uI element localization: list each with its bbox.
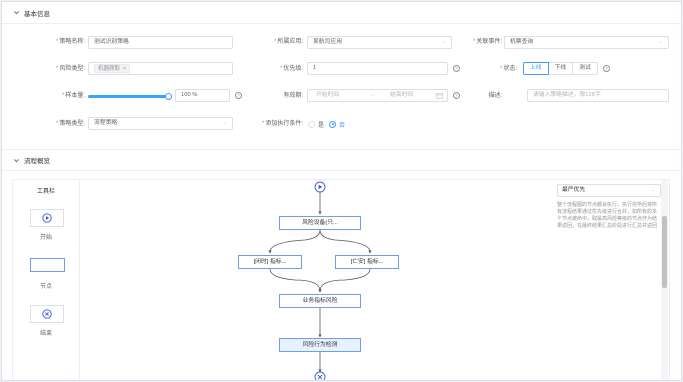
validity-end[interactable]: 结束时间 [390,90,413,101]
flow-overview-header[interactable]: 流程概览 [2,149,681,171]
description-input[interactable]: 请输入策略描述，限128字 [527,89,669,102]
validity-separator: → [370,92,376,98]
basic-info-title: 基本信息 [24,10,50,18]
flow-node-indicator-a[interactable]: [闭时] 指标... [238,255,302,269]
tool-start[interactable] [30,209,64,227]
chevron-down-icon: ⌄ [658,39,663,45]
policy-name-input[interactable]: 测试识别策略 [88,36,233,49]
flow-start-icon [314,181,326,193]
question-circle-icon[interactable]: ? [453,92,460,99]
toolbox-panel: 工具栏 开始 节点 结束 [12,179,80,380]
close-circle-icon [42,309,52,319]
sample-rate-label: *样本量: [61,93,85,99]
risk-type-select[interactable]: 机器爬取 × [88,62,233,75]
sample-rate-slider-track[interactable] [88,95,168,98]
tool-end-label: 结束 [39,331,52,337]
policy-kind-select[interactable]: 流程策略 ⌄ [88,117,233,130]
extra-condition-label: *添加执行条件: [261,121,303,127]
chevron-down-icon: ⌄ [441,39,446,45]
tool-start-label: 开始 [39,235,52,241]
tool-end[interactable] [30,305,64,323]
description-label: 描述: [488,93,502,99]
question-circle-icon[interactable]: ? [235,92,242,99]
extra-condition-yes[interactable]: 是 [308,118,324,130]
sample-rate-input[interactable]: 100 % [175,89,230,102]
flow-overview-title: 流程概览 [24,158,50,165]
sample-rate-slider-handle[interactable] [165,93,172,100]
validity-range[interactable]: 开始时间 → 结束时间 [307,89,448,102]
flow-end-icon [314,371,326,380]
application-select[interactable]: 某航司应用 ⌄ [307,36,452,49]
close-icon[interactable]: × [123,66,126,72]
status-toggle: 上线 下线 测试 [523,62,598,75]
application-label: *所属应用: [273,39,303,45]
validity-start[interactable]: 开始时间 [316,90,339,101]
chevron-down-icon [12,156,20,164]
question-circle-icon[interactable]: ? [603,65,610,72]
extra-condition-no[interactable]: 否 [329,118,345,130]
flow-node-behavior-detection[interactable]: 风险行为检测 [279,338,361,352]
chevron-down-icon: ⌄ [650,187,655,193]
play-icon [42,213,52,223]
risk-type-tag: 机器爬取 × [94,64,131,73]
policy-name-label: *策略名称: [55,39,85,45]
question-circle-icon[interactable]: ? [453,65,460,72]
merge-strategy-select[interactable]: 最严优先 ⌄ [557,184,661,197]
status-label: *状态: [499,66,517,72]
event-select[interactable]: 机票查询 ⌄ [504,36,669,49]
policy-editor: 基本信息 *策略名称: 测试识别策略 *所属应用: 某航司应用 ⌄ *关联事件: … [1,1,682,381]
priority-input[interactable]: 1 [307,62,448,75]
flow-canvas[interactable]: 风险设备(只... [闭时] 指标... [亡安] 指标... 业务指标风险 风… [80,179,670,380]
risk-type-label: *风险类型: [55,66,85,72]
tool-node-label: 节点 [39,284,52,290]
event-label: *关联事件: [472,39,502,45]
canvas-scrollbar[interactable] [662,216,667,288]
flow-node-device-risk[interactable]: 风险设备(只... [279,216,361,230]
flow-node-business-risk[interactable]: 业务指标风险 [279,294,361,308]
basic-info-header[interactable]: 基本信息 [2,2,681,24]
tool-node[interactable] [30,258,65,272]
status-offline[interactable]: 下线 [547,62,574,75]
chevron-down-icon: ⌄ [222,120,227,126]
status-online[interactable]: 上线 [523,62,549,75]
calendar-icon [436,92,443,101]
priority-label: *优先级: [279,66,303,72]
policy-kind-label: *策略类型: [55,121,85,127]
status-test[interactable]: 测试 [572,62,598,75]
toolbox-title: 工具栏 [36,189,55,195]
chevron-down-icon [12,9,20,17]
validity-label: 有效期: [283,93,303,99]
merge-strategy-description: 整个流程图的节点都会执行，执行完毕后将所有流程结果通过优先级进行合并，如所有的多… [557,202,658,229]
flow-node-indicator-b[interactable]: [亡安] 指标... [335,255,399,269]
